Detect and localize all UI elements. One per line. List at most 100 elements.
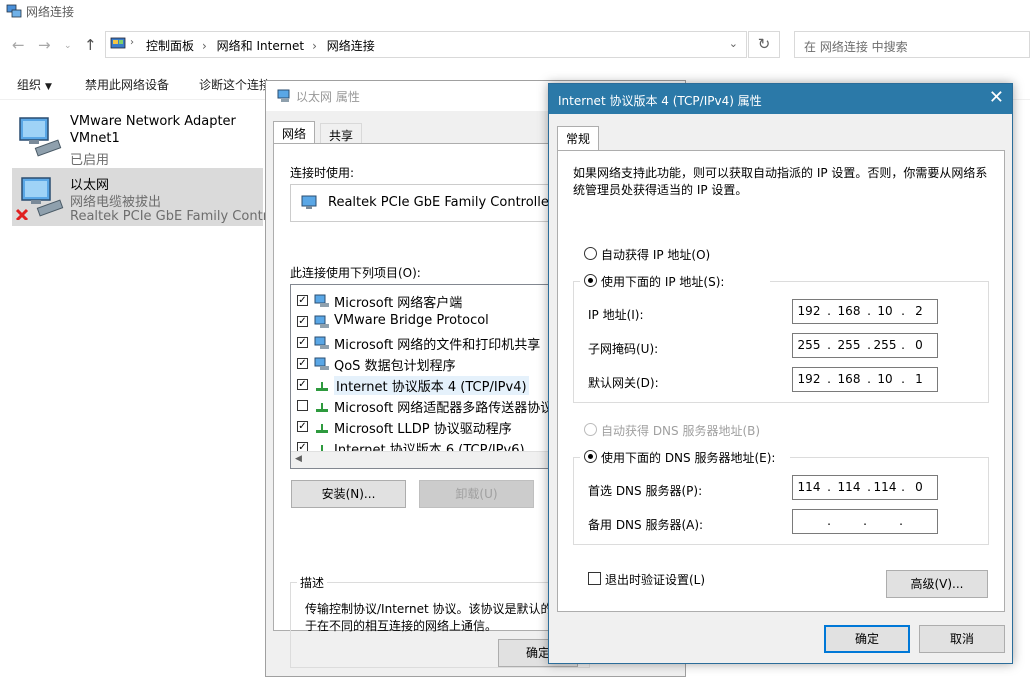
dialog-titlebar: Internet 协议版本 4 (TCP/IPv4) 属性 ✕ xyxy=(549,84,1012,114)
address-dropdown-icon[interactable]: ⌄ xyxy=(729,37,738,50)
adapter-name: VMware Network Adapter xyxy=(70,114,236,129)
ok-button[interactable]: 确定 xyxy=(824,625,910,653)
octet: 255 xyxy=(797,338,821,352)
protocol-icon xyxy=(316,424,328,433)
recent-chevron-down-icon[interactable]: ⌄ xyxy=(64,41,72,51)
scroll-left-icon[interactable]: ◀ xyxy=(295,454,302,464)
dns-group: 首选 DNS 服务器(P): 114. 114. 114. 0 备用 DNS 服… xyxy=(573,457,989,545)
item-label: QoS 数据包计划程序 xyxy=(334,359,456,374)
control-panel-icon xyxy=(110,37,126,49)
dot: . xyxy=(899,514,903,528)
explorer-titlebar: 网络连接 xyxy=(0,0,1030,26)
adapter-vmware-vmnet1[interactable]: VMware Network Adapter VMnet1 已启用 xyxy=(12,108,263,168)
checkbox-unchecked[interactable] xyxy=(297,400,308,411)
gateway-label: 默认网关(D): xyxy=(588,376,659,390)
advanced-button[interactable]: 高级(V)... xyxy=(886,570,988,598)
octet: 168 xyxy=(837,372,861,386)
radio-label: 自动获得 IP 地址(O) xyxy=(601,248,711,262)
radio-off[interactable] xyxy=(584,423,597,436)
horizontal-scrollbar[interactable]: ◀ xyxy=(291,451,589,468)
forward-arrow-icon[interactable]: → xyxy=(38,36,51,54)
cancel-button[interactable]: 取消 xyxy=(919,625,1005,653)
subnet-mask-field[interactable]: 255. 255. 255. 0 xyxy=(792,333,938,358)
diagnose-button[interactable]: 诊断这个连接 xyxy=(199,76,271,93)
breadcrumb-network-internet[interactable]: 网络和 Internet xyxy=(217,39,304,53)
network-protocol-icon xyxy=(314,315,329,328)
tab-network[interactable]: 网络 xyxy=(273,121,316,145)
window-title: 网络连接 xyxy=(26,5,75,19)
manual-dns-radio[interactable]: 使用下面的 DNS 服务器地址(E): xyxy=(580,449,790,465)
breadcrumb-chevron-icon[interactable]: › xyxy=(202,39,207,53)
octet: 10 xyxy=(877,304,893,318)
checkbox-checked[interactable]: ✓ xyxy=(297,316,308,327)
item-label: Internet 协议版本 4 (TCP/IPv4) xyxy=(334,376,529,395)
components-list[interactable]: ✓ Microsoft 网络客户端 ✓ VMware Bridge Protoc… xyxy=(290,284,590,469)
octet: 192 xyxy=(797,304,821,318)
auto-ip-radio[interactable]: 自动获得 IP 地址(O) xyxy=(584,246,784,262)
radio-off[interactable] xyxy=(584,247,597,260)
disable-device-button[interactable]: 禁用此网络设备 xyxy=(85,76,169,93)
ip-label: IP 地址(I): xyxy=(588,308,644,322)
search-placeholder: 在 网络连接 中搜索 xyxy=(804,40,908,54)
default-gateway-field[interactable]: 192. 168. 10. 1 xyxy=(792,367,938,392)
search-input[interactable]: 在 网络连接 中搜索 xyxy=(794,31,1030,58)
checkbox-checked[interactable]: ✓ xyxy=(297,421,308,432)
breadcrumb-chevron-icon[interactable]: › xyxy=(312,39,317,53)
chevron-down-icon: ▼ xyxy=(45,82,52,92)
tab-sharing[interactable]: 共享 xyxy=(320,123,363,145)
organize-menu[interactable]: 组织 ▼ xyxy=(17,76,52,93)
preferred-dns-field[interactable]: 114. 114. 114. 0 xyxy=(792,475,938,500)
octet: 2 xyxy=(915,304,923,318)
file-printer-sharing-icon xyxy=(314,336,329,349)
dot: . xyxy=(901,338,905,352)
ip-address-field[interactable]: 192. 168. 10. 2 xyxy=(792,299,938,324)
breadcrumb-network-connections[interactable]: 网络连接 xyxy=(327,39,375,53)
octet: 168 xyxy=(837,304,861,318)
dot: . xyxy=(827,338,831,352)
dialog-title: Internet 协议版本 4 (TCP/IPv4) 属性 xyxy=(558,94,762,108)
install-button[interactable]: 安装(N)... xyxy=(291,480,406,508)
intro-text: 如果网络支持此功能，则可以获取自动指派的 IP 设置。否则，你需要从网络系统管理… xyxy=(573,166,988,197)
items-label: 此连接使用下列项目(O): xyxy=(290,266,421,280)
validate-on-exit-checkbox[interactable]: 退出时验证设置(L) xyxy=(588,571,748,587)
radio-on[interactable] xyxy=(584,274,597,287)
close-icon[interactable]: ✕ xyxy=(989,87,1004,108)
alternate-dns-field[interactable]: . . . xyxy=(792,509,938,534)
checkbox-checked[interactable]: ✓ xyxy=(297,337,308,348)
description-label: 描述 xyxy=(297,574,328,591)
adapter-ethernet[interactable]: 以太网 网络电缆被拔出 Realtek PCIe GbE Family Cont… xyxy=(12,168,279,226)
breadcrumb-chevron-icon: › xyxy=(130,37,134,48)
radio-label: 使用下面的 IP 地址(S): xyxy=(601,275,725,289)
breadcrumb-control-panel[interactable]: 控制面板 xyxy=(146,39,194,53)
checkbox-checked[interactable]: ✓ xyxy=(297,295,308,306)
protocol-icon xyxy=(316,382,328,391)
manual-ip-radio[interactable]: 使用下面的 IP 地址(S): xyxy=(580,273,770,289)
radio-on[interactable] xyxy=(584,450,597,463)
protocol-icon xyxy=(316,403,328,412)
checkbox-checked[interactable]: ✓ xyxy=(297,379,308,390)
breadcrumb: 控制面板 › 网络和 Internet › 网络连接 xyxy=(146,37,381,54)
address-bar[interactable]: › 控制面板 › 网络和 Internet › 网络连接 ⌄ xyxy=(105,31,747,58)
dialog-title: 以太网 属性 xyxy=(296,90,360,104)
description-line: 于在不同的相互连接的网络上通信。 xyxy=(305,619,498,633)
tab-general[interactable]: 常规 xyxy=(557,126,600,150)
octet: 192 xyxy=(797,372,821,386)
dot: . xyxy=(901,480,905,494)
item-label: Microsoft 网络的文件和打印机共享 xyxy=(334,338,541,353)
back-arrow-icon[interactable]: ← xyxy=(12,36,25,54)
dot: . xyxy=(867,480,871,494)
octet: 10 xyxy=(877,372,893,386)
auto-dns-radio[interactable]: 自动获得 DNS 服务器地址(B) xyxy=(584,422,784,438)
ipv4-properties-dialog: Internet 协议版本 4 (TCP/IPv4) 属性 ✕ 常规 如果网络支… xyxy=(548,83,1013,664)
description-text: 传输控制协议/Internet 协议。该协议是默认的 于在不同的相互连接的网络上… xyxy=(305,601,585,635)
checkbox-checked[interactable]: ✓ xyxy=(297,358,308,369)
refresh-icon[interactable]: ↻ xyxy=(748,31,780,58)
dot: . xyxy=(867,338,871,352)
checkbox-unchecked[interactable] xyxy=(588,572,601,585)
octet: 0 xyxy=(915,338,923,352)
up-arrow-icon[interactable]: ↑ xyxy=(84,36,97,54)
mask-label: 子网掩码(U): xyxy=(588,342,659,356)
adapter-status: 已启用 xyxy=(70,153,110,168)
uninstall-button[interactable]: 卸载(U) xyxy=(419,480,534,508)
octet: 114 xyxy=(837,480,861,494)
